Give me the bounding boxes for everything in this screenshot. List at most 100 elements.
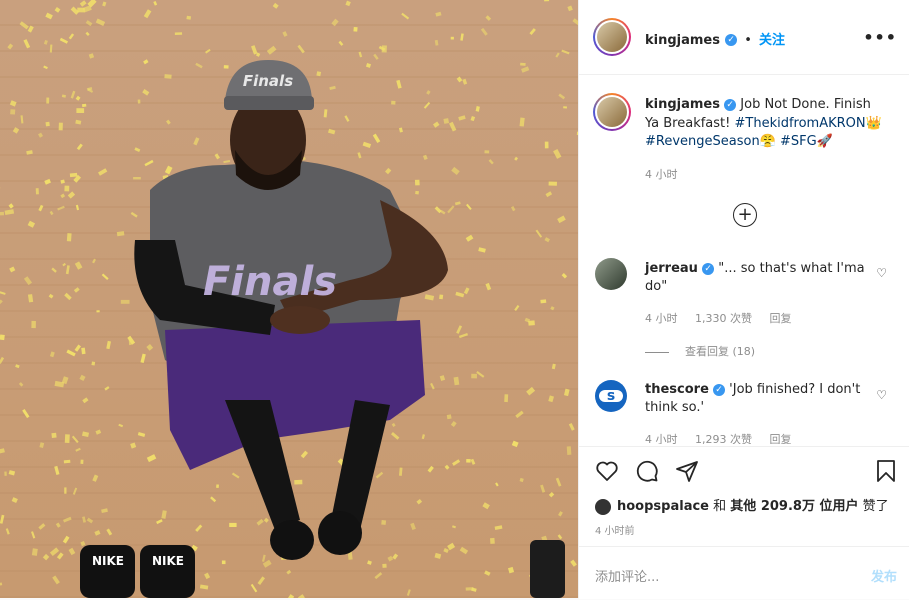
comment-username[interactable]: thescore — [645, 382, 709, 397]
confetti-piece — [528, 320, 535, 325]
confetti-piece — [67, 233, 72, 241]
post-caption: kingjames ✓ Job Not Done. Finish Ya Brea… — [645, 96, 885, 184]
comment-item: jerreau ✓ "... so that's what I'ma do" — [645, 260, 870, 296]
view-replies-label[interactable]: 查看回复 (18) — [685, 345, 755, 358]
confetti-piece — [0, 212, 4, 216]
share-icon[interactable] — [675, 459, 699, 483]
cap-logo-text: Finals — [243, 72, 293, 90]
hashtag-link[interactable]: #SFG — [780, 134, 817, 149]
liker-username[interactable]: hoopspalace — [617, 499, 709, 514]
confetti-piece — [484, 150, 489, 153]
confetti-piece — [391, 101, 395, 105]
confetti-piece — [64, 487, 66, 493]
huff-emoji: 😤 — [760, 134, 776, 149]
header-separator: • — [744, 33, 752, 48]
likes-others[interactable]: 其他 209.8万 位用户 — [730, 499, 858, 514]
comment-time[interactable]: 4 小时 — [645, 312, 678, 325]
confetti-piece — [415, 180, 420, 186]
confetti-piece — [447, 414, 452, 419]
avatar-story-ring[interactable] — [593, 18, 631, 56]
comment-avatar[interactable] — [595, 258, 627, 290]
comment-avatar[interactable]: s — [595, 380, 627, 412]
follow-button[interactable]: 关注 — [759, 33, 785, 48]
confetti-piece — [466, 459, 471, 463]
save-bookmark-icon[interactable] — [875, 459, 897, 483]
comment-reply[interactable]: 回复 — [770, 312, 792, 325]
more-horizontal-icon[interactable]: ••• — [863, 28, 897, 47]
hashtag-link[interactable]: #RevengeSeason — [645, 134, 760, 149]
confetti-piece — [164, 74, 171, 79]
confetti-piece — [549, 182, 557, 186]
confetti-piece — [294, 480, 302, 485]
confetti-piece — [222, 561, 226, 565]
confetti-piece — [229, 523, 236, 527]
confetti-piece — [415, 191, 419, 195]
avatar — [597, 22, 627, 52]
post-photo[interactable]: Finals Finals NIKE NIKE — [0, 0, 578, 598]
caption-avatar-ring[interactable] — [593, 93, 631, 131]
comment-time[interactable]: 4 小时 — [645, 433, 678, 444]
instagram-post-view: Finals Finals NIKE NIKE kingjames ✓ • 关注… — [0, 0, 909, 598]
caption-time[interactable]: 4 小时 — [645, 166, 885, 185]
post-timestamp[interactable]: 4 小时前 — [595, 522, 635, 537]
comment-meta: 4 小时 1,293 次赞 回复 — [645, 431, 806, 444]
confetti-piece — [175, 32, 182, 35]
likes-summary: hoopspalace 和 其他 209.8万 位用户 赞了 — [595, 495, 889, 515]
confetti-piece — [133, 177, 141, 179]
header-username[interactable]: kingjames — [645, 33, 720, 48]
confetti-piece — [224, 65, 229, 68]
photo-illustration: Finals Finals NIKE NIKE — [0, 0, 578, 598]
confetti-piece — [563, 106, 567, 108]
crown-emoji: 👑 — [866, 116, 882, 131]
caption-avatar — [597, 97, 627, 127]
confetti-piece — [64, 186, 69, 192]
confetti-piece — [540, 299, 546, 303]
confetti-piece — [65, 434, 70, 443]
hashtag-link[interactable]: #ThekidfromAKRON — [735, 116, 866, 131]
comment-reply[interactable]: 回复 — [770, 433, 792, 444]
replies-line — [645, 352, 669, 353]
confetti-piece — [59, 123, 63, 131]
confetti-piece — [382, 45, 387, 52]
confetti-piece — [316, 71, 321, 76]
load-more-comments-icon[interactable]: + — [733, 203, 757, 227]
comment-heart-icon[interactable]: ♡ — [876, 266, 887, 280]
verified-icon: ✓ — [724, 99, 736, 111]
view-replies[interactable]: 查看回复 (18) — [645, 343, 769, 359]
confetti-piece — [567, 446, 572, 455]
confetti-piece — [91, 362, 95, 366]
comment-likes[interactable]: 1,330 次赞 — [695, 312, 752, 325]
slide-brand-right: NIKE — [152, 554, 184, 568]
comment-icon[interactable] — [635, 459, 659, 483]
confetti-piece — [138, 100, 141, 104]
comment-username[interactable]: jerreau — [645, 261, 698, 276]
comment-item: thescore ✓ 'Job finished? I don't think … — [645, 381, 870, 417]
confetti-piece — [10, 109, 15, 114]
post-actions: hoopspalace 和 其他 209.8万 位用户 赞了 4 小时前 添加评… — [579, 446, 909, 599]
confetti-piece — [451, 37, 454, 40]
confetti-piece — [0, 334, 5, 340]
confetti-piece — [439, 294, 443, 299]
confetti-piece — [381, 520, 386, 525]
verified-icon: ✓ — [725, 34, 737, 46]
confetti-piece — [82, 104, 86, 107]
comment-meta: 4 小时 1,330 次赞 回复 — [645, 310, 806, 326]
post-comment-button[interactable]: 发布 — [871, 566, 897, 585]
confetti-piece — [31, 321, 36, 328]
comment-heart-icon[interactable]: ♡ — [876, 388, 887, 402]
caption-username[interactable]: kingjames — [645, 97, 720, 112]
confetti-piece — [216, 484, 219, 488]
post-header: kingjames ✓ • 关注 ••• — [579, 0, 909, 75]
add-comment-input[interactable]: 添加评论... — [595, 566, 659, 585]
heart-icon[interactable] — [595, 459, 619, 483]
likes-and: 和 — [713, 499, 726, 514]
verified-icon: ✓ — [702, 263, 714, 275]
comment-likes[interactable]: 1,293 次赞 — [695, 433, 752, 444]
verified-icon: ✓ — [713, 384, 725, 396]
confetti-piece — [64, 460, 71, 464]
confetti-piece — [70, 173, 77, 177]
confetti-piece — [382, 564, 386, 568]
confetti-piece — [353, 27, 357, 32]
confetti-piece — [490, 538, 495, 544]
liker-avatar[interactable] — [595, 499, 611, 515]
